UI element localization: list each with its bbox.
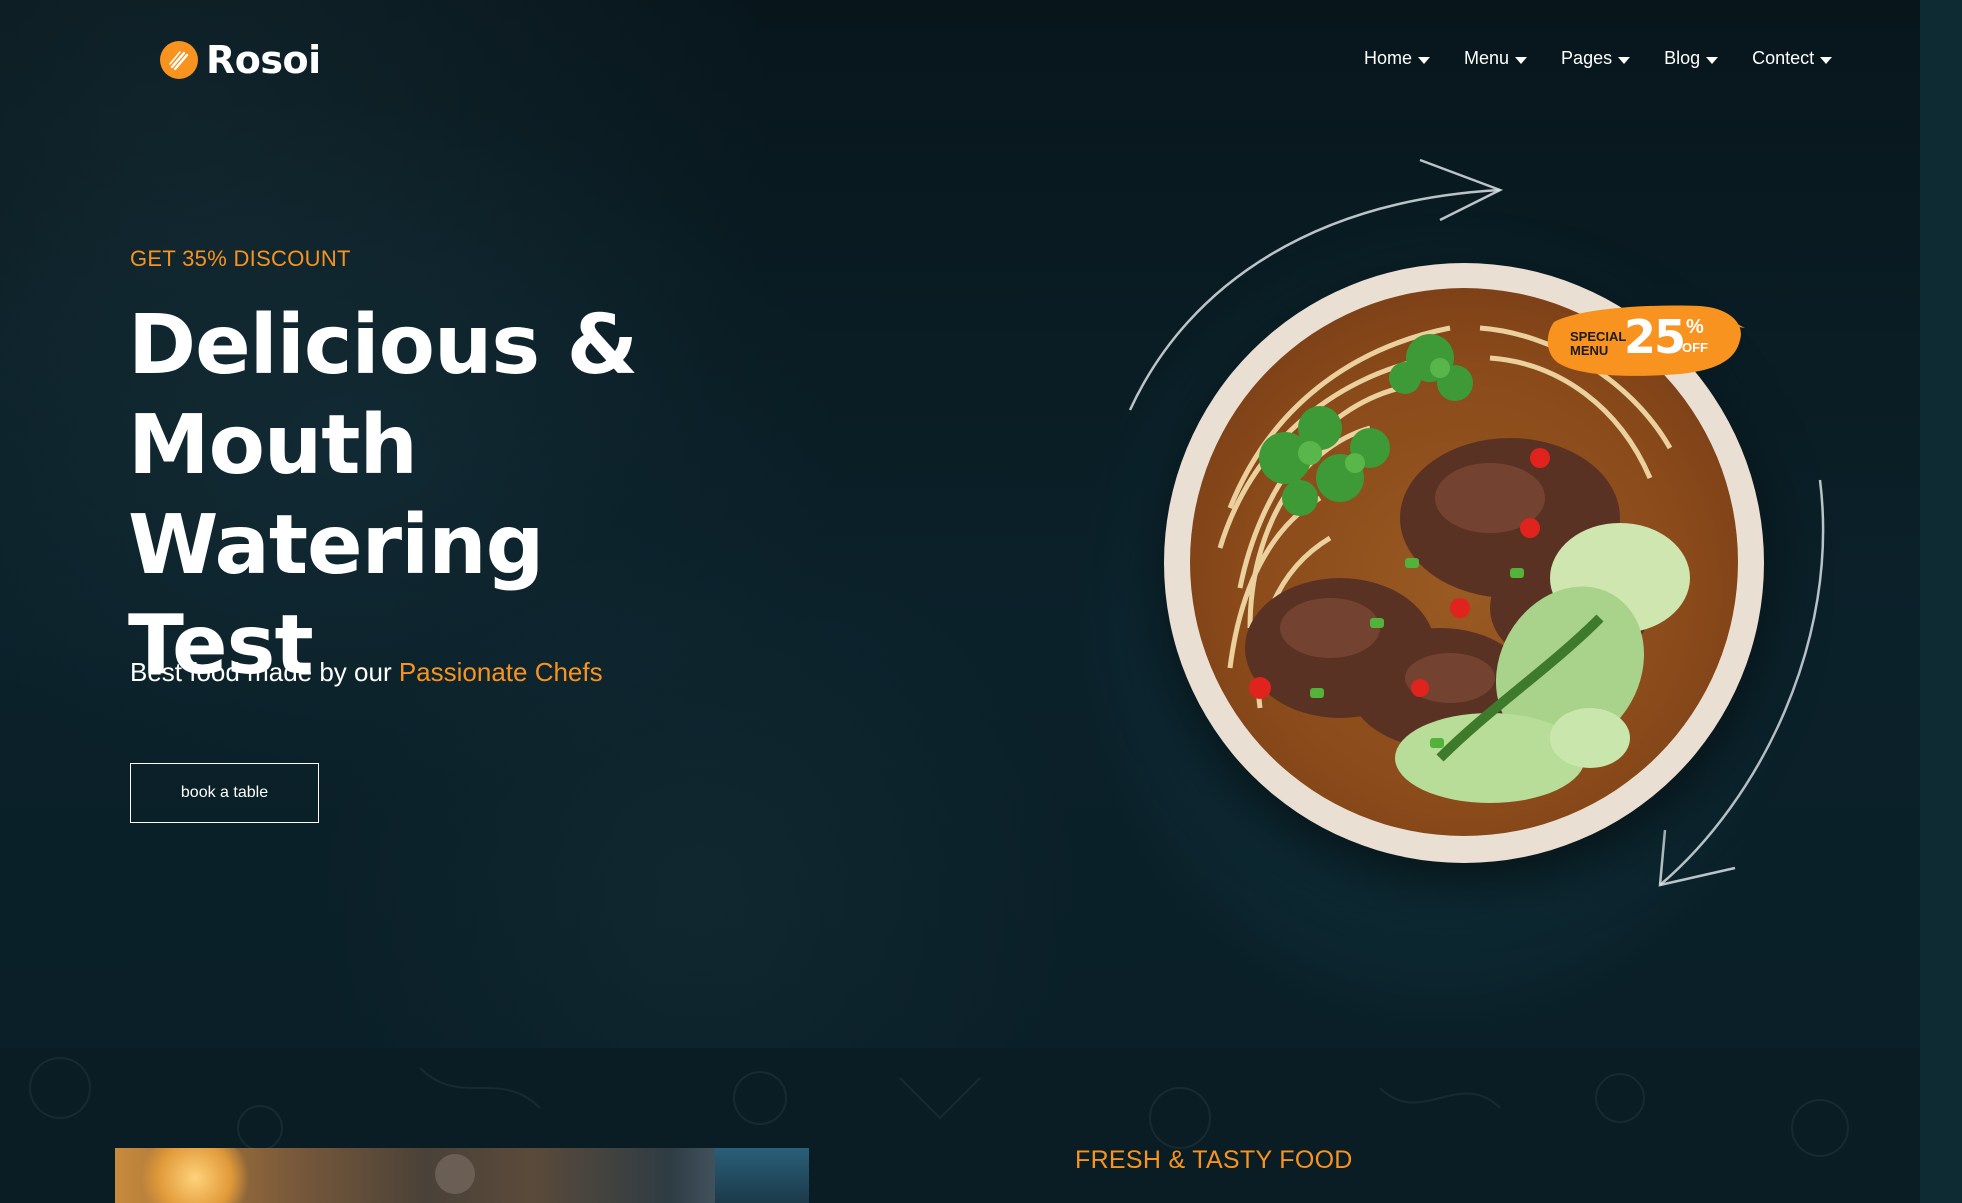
badge-special-line2: MENU (1570, 343, 1609, 358)
vent-shape (435, 1154, 475, 1194)
section-eyebrow: FRESH & TASTY FOOD (1075, 1146, 1353, 1174)
nav-item-contect[interactable]: Contect (1752, 48, 1833, 69)
nav-item-label: Menu (1464, 48, 1510, 68)
caret-down-icon (1618, 57, 1631, 64)
special-menu-badge: SPECIAL MENU 25 % OFF (1540, 300, 1750, 380)
nav-item-label: Pages (1561, 48, 1613, 68)
nav-item-label: Contect (1752, 48, 1815, 68)
brand-logo[interactable]: Rosoi (160, 38, 321, 82)
headline-line-1: Delicious & (128, 298, 638, 393)
nav-item-menu[interactable]: Menu (1464, 48, 1528, 69)
tagline-accent: Passionate Chefs (398, 657, 603, 687)
restaurant-interior-image (115, 1148, 809, 1203)
nav-item-pages[interactable]: Pages (1561, 48, 1631, 69)
scrollbar-track[interactable] (1920, 0, 1962, 1203)
caret-down-icon (1515, 57, 1528, 64)
caret-down-icon (1706, 57, 1719, 64)
caret-down-icon (1418, 57, 1431, 64)
nav-item-label: Blog (1664, 48, 1701, 68)
badge-number: 25 (1624, 310, 1686, 364)
window-shape (715, 1148, 809, 1203)
book-table-button[interactable]: book a table (130, 763, 319, 823)
page: Rosoi Home Menu Pages Blog Contect GET 3… (0, 0, 1920, 1203)
hero-tagline: Best food made by our Passionate Chefs (130, 657, 603, 688)
hero-headline: Delicious & Mouth Watering Test (128, 296, 828, 696)
nav-item-label: Home (1364, 48, 1413, 68)
badge-percent: % (1686, 316, 1704, 338)
badge-special-label: SPECIAL MENU (1570, 330, 1626, 358)
brand-name: Rosoi (206, 38, 321, 82)
lamp-shape (135, 1148, 255, 1203)
headline-line-2: Mouth Watering (128, 398, 544, 593)
main-nav: Home Menu Pages Blog Contect (1364, 48, 1833, 69)
tagline-text: Best food made by our (130, 657, 399, 687)
nav-item-blog[interactable]: Blog (1664, 48, 1719, 69)
hero-eyebrow: GET 35% DISCOUNT (130, 246, 351, 271)
nav-item-home[interactable]: Home (1364, 48, 1431, 69)
badge-off: OFF (1682, 340, 1708, 355)
fork-knife-icon (160, 41, 198, 79)
caret-down-icon (1820, 57, 1833, 64)
badge-special-line1: SPECIAL (1570, 329, 1627, 344)
hero-section: Rosoi Home Menu Pages Blog Contect GET 3… (0, 0, 1920, 1048)
